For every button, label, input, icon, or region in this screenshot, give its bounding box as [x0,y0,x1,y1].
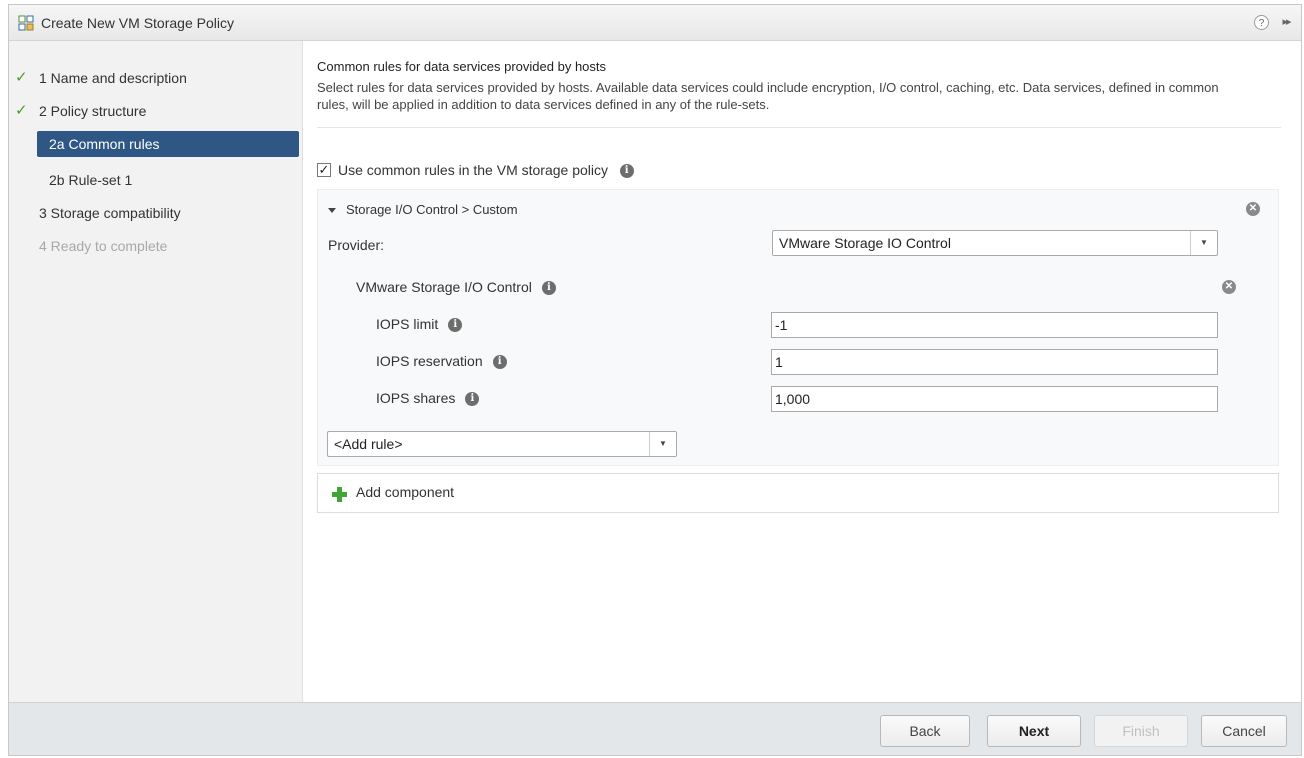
use-common-rules-text: Use common rules in the VM storage polic… [338,162,608,178]
iops-reservation-label: IOPS reservation i [376,353,507,370]
info-icon[interactable]: i [492,355,507,370]
main-content: Common rules for data services provided … [303,41,1301,704]
wizard-window: Create New VM Storage Policy ? ▸▸ ✓ 1 Na… [8,4,1302,756]
page-heading: Common rules for data services provided … [317,59,607,74]
nav-step-label: 2a Common rules [49,136,160,152]
use-common-rules-checkbox[interactable]: ✓ [317,163,331,177]
divider [317,127,1281,128]
page-description: Select rules for data services provided … [317,80,1219,112]
add-component-button[interactable]: Add component [317,473,1279,513]
info-icon[interactable]: i [619,164,634,179]
window-title: Create New VM Storage Policy [41,15,234,31]
dropdown-arrow-icon[interactable]: ▼ [649,432,676,456]
nav-step-label: 2 Policy structure [39,103,147,119]
iops-limit-label: IOPS limit i [376,316,463,333]
wizard-steps-nav: ✓ 1 Name and description ✓ 2 Policy stru… [9,41,303,704]
iops-limit-input[interactable]: -1 [771,312,1218,338]
provider-label: Provider: [328,237,385,253]
nav-step-label: 3 Storage compatibility [39,205,181,221]
component-header-label: Storage I/O Control > Custom [346,202,518,217]
nav-step-rule-set-1[interactable]: 2b Rule-set 1 [9,167,303,193]
info-icon[interactable]: i [448,318,463,333]
add-rule-select-value: <Add rule> [334,436,403,452]
field-label-text: IOPS limit [376,316,439,332]
add-plus-icon [330,485,348,503]
dropdown-arrow-icon[interactable]: ▼ [1190,231,1217,255]
add-rule-select[interactable]: <Add rule> ▼ [327,431,677,457]
help-icon[interactable]: ? [1254,15,1269,30]
section-title-text: VMware Storage I/O Control [356,279,532,295]
iops-shares-label: IOPS shares i [376,390,480,407]
section-title: VMware Storage I/O Control i [356,279,556,296]
nav-step-ready-to-complete: 4 Ready to complete [9,233,303,259]
component-header[interactable]: Storage I/O Control > Custom [328,202,518,217]
back-button[interactable]: Back [880,715,970,747]
field-label-text: IOPS reservation [376,353,483,369]
use-common-rules-label: Use common rules in the VM storage polic… [338,159,634,181]
finish-button: Finish [1094,715,1188,747]
nav-step-label: 2b Rule-set 1 [49,172,133,188]
title-bar: Create New VM Storage Policy ? ▸▸ [9,5,1301,41]
nav-step-label: 4 Ready to complete [39,238,168,254]
storage-policy-icon [18,15,34,31]
wizard-footer: Back Next Finish Cancel [9,702,1301,755]
next-button[interactable]: Next [987,715,1081,747]
check-icon: ✓ [15,102,28,119]
nav-step-name-description[interactable]: ✓ 1 Name and description [9,65,303,91]
remove-component-icon[interactable]: ✕ [1246,202,1260,216]
provider-select-value: VMware Storage IO Control [779,235,951,251]
iops-shares-input[interactable]: 1,000 [771,386,1218,412]
collapse-caret-icon[interactable] [328,208,336,214]
nav-step-policy-structure[interactable]: ✓ 2 Policy structure [9,98,303,124]
info-icon[interactable]: i [541,281,556,296]
nav-step-storage-compatibility[interactable]: 3 Storage compatibility [9,200,303,226]
nav-step-common-rules[interactable]: 2a Common rules [37,131,299,157]
expand-icon[interactable]: ▸▸ [1277,14,1295,30]
provider-select[interactable]: VMware Storage IO Control ▼ [772,230,1218,256]
add-component-label: Add component [356,484,455,500]
info-icon[interactable]: i [465,392,480,407]
cancel-button[interactable]: Cancel [1201,715,1287,747]
component-panel: Storage I/O Control > Custom ✕ Provider:… [317,189,1279,466]
remove-rule-group-icon[interactable]: ✕ [1222,280,1236,294]
iops-reservation-input[interactable]: 1 [771,349,1218,375]
check-icon: ✓ [15,69,28,86]
field-label-text: IOPS shares [376,390,456,406]
nav-step-label: 1 Name and description [39,70,187,86]
